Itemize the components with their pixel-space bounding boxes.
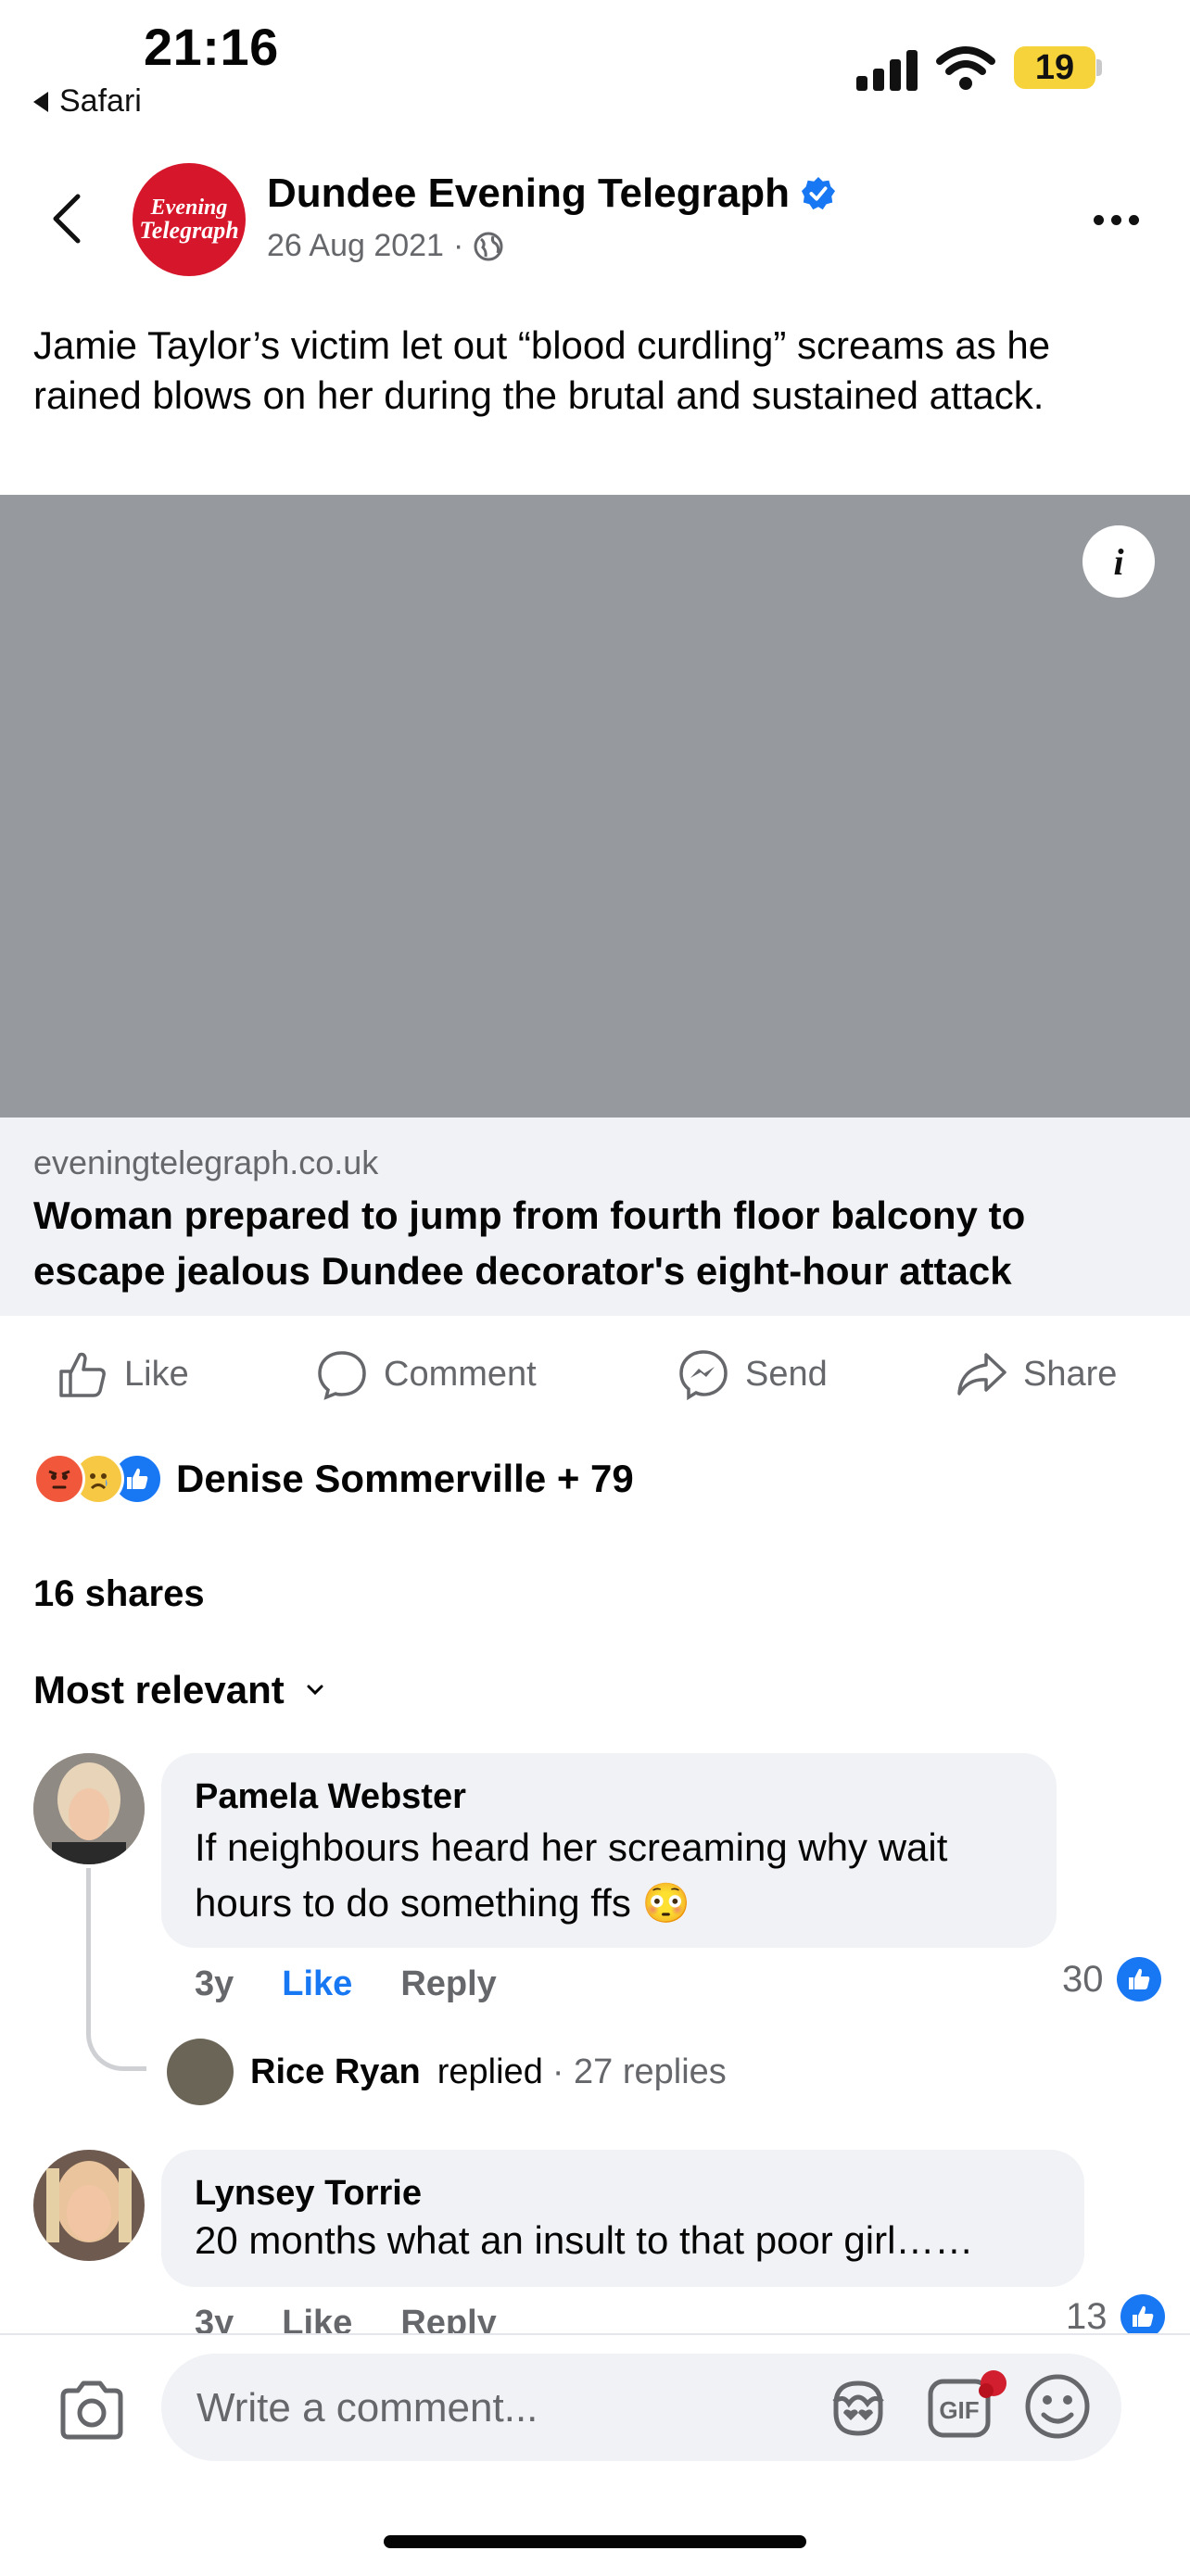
page-name[interactable]: Dundee Evening Telegraph [267, 170, 836, 217]
meta-separator: · [452, 228, 464, 263]
share-arrow-icon [957, 1353, 1006, 1395]
share-label: Share [1023, 1354, 1118, 1394]
home-indicator[interactable] [384, 2535, 806, 2548]
like-count-value: 13 [1066, 2295, 1108, 2337]
chevron-down-icon [307, 1685, 323, 1696]
reply-thread-line [86, 1868, 146, 2071]
comment-sort-dropdown[interactable]: Most relevant [33, 1668, 325, 1712]
avatar-logo-line-2: Telegraph [139, 217, 239, 244]
post-meta: 26 Aug 2021 · [267, 228, 504, 264]
replied-verb: replied [437, 2052, 543, 2091]
replier-avatar [167, 2039, 234, 2105]
signal-icon [856, 48, 921, 91]
like-button[interactable]: Like [56, 1344, 189, 1405]
commenter-avatar[interactable] [33, 2150, 145, 2261]
shares-count[interactable]: 16 shares [33, 1573, 205, 1615]
emoji-icon[interactable] [1023, 2372, 1092, 2441]
link-domain: eveningtelegraph.co.uk [33, 1143, 379, 1181]
link-preview-image[interactable] [0, 495, 1190, 1118]
wifi-icon [936, 46, 995, 90]
back-app-label: Safari [59, 83, 142, 119]
view-replies-row[interactable]: Rice Ryan replied · 27 replies [167, 2039, 727, 2105]
comment-label: Comment [384, 1354, 537, 1394]
comment-like-button[interactable]: Like [282, 1964, 352, 2004]
thumbs-up-icon [59, 1352, 106, 1397]
like-count-value: 30 [1062, 1958, 1104, 2000]
battery-cap [1096, 59, 1102, 76]
comment-like-count[interactable]: 13 [1066, 2294, 1165, 2339]
commenter-avatar[interactable] [33, 1753, 145, 1864]
page-name-text: Dundee Evening Telegraph [267, 170, 790, 216]
comment-button[interactable]: Comment [315, 1344, 537, 1405]
avatar-logo-line-1: Evening [150, 196, 228, 220]
status-time: 21:16 [144, 18, 279, 76]
gif-icon[interactable]: GIF [927, 2368, 1010, 2443]
like-badge-icon [1116, 1957, 1161, 2001]
comment-meta: 3y Like Reply [195, 1964, 497, 2004]
camera-icon[interactable] [57, 2380, 126, 2441]
like-label: Like [124, 1354, 189, 1394]
comment-bubble-icon [318, 1351, 366, 1400]
comment-author[interactable]: Lynsey Torrie [195, 2174, 422, 2214]
angry-face-icon [33, 1453, 85, 1505]
page-avatar[interactable]: Evening Telegraph [133, 163, 246, 276]
send-button[interactable]: Send [677, 1344, 828, 1405]
comment-text: If neighbours heard her screaming why wa… [195, 1825, 948, 1925]
messenger-icon [679, 1350, 728, 1401]
reactions-summary[interactable]: Denise Sommerville + 79 [33, 1453, 634, 1505]
back-chevron-icon[interactable] [48, 191, 85, 246]
comment-reply-button[interactable]: Reply [400, 1964, 496, 2004]
reaction-names: Denise Sommerville + 79 [176, 1457, 634, 1500]
globe-icon [474, 232, 503, 260]
comment-like-count[interactable]: 30 [1062, 1957, 1161, 2001]
share-button[interactable]: Share [955, 1344, 1117, 1405]
post-actions: Like Comment Send Share [0, 1344, 1190, 1405]
info-button[interactable]: i [1082, 525, 1155, 598]
comment-text: 20 months what an insult to that poor gi… [195, 2218, 974, 2262]
comment-bubble[interactable]: Pamela Webster If neighbours heard her s… [161, 1753, 1057, 1948]
verified-badge-icon [801, 176, 836, 210]
battery-indicator: 19 [1014, 46, 1095, 89]
more-options-icon[interactable] [1094, 215, 1139, 225]
sort-label: Most relevant [33, 1668, 285, 1711]
post-date: 26 Aug 2021 [267, 228, 444, 263]
like-badge-icon [1120, 2294, 1165, 2339]
comment-author[interactable]: Pamela Webster [195, 1777, 466, 1817]
comment-input-placeholder: Write a comment... [196, 2385, 538, 2431]
comment-time: 3y [195, 1964, 234, 2003]
link-title[interactable]: Woman prepared to jump from fourth floor… [33, 1188, 1164, 1299]
post-caption: Jamie Taylor’s victim let out “blood cur… [33, 323, 1051, 417]
send-label: Send [745, 1354, 828, 1394]
reply-count: · 27 replies [551, 2052, 727, 2091]
replier-name: Rice Ryan [250, 2052, 421, 2091]
svg-text:GIF: GIF [939, 2396, 979, 2424]
comment-bubble[interactable]: Lynsey Torrie 20 months what an insult t… [161, 2150, 1084, 2287]
back-to-safari[interactable]: Safari [33, 83, 142, 120]
back-triangle-icon [33, 91, 48, 112]
avatar-sticker-icon[interactable] [825, 2376, 892, 2441]
